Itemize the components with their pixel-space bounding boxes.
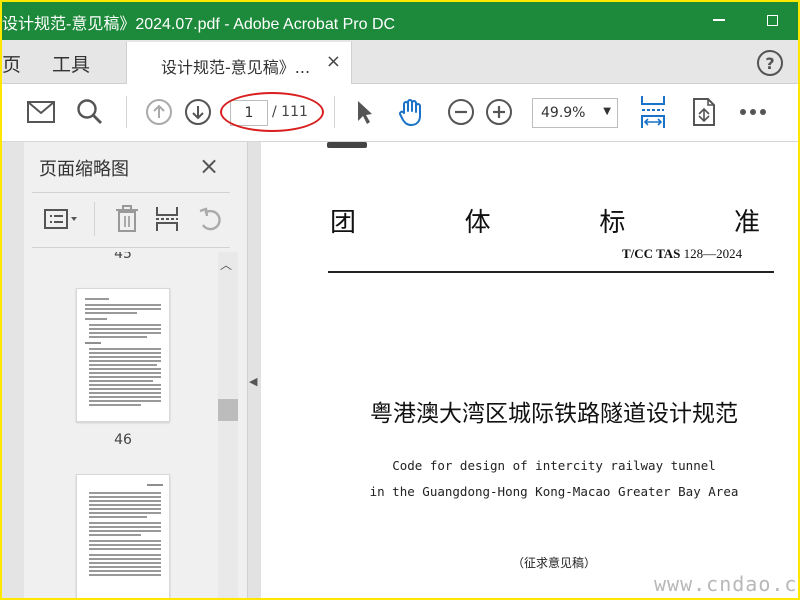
standard-prefix: T/CC TAS xyxy=(622,246,681,261)
standard-code: 128—2024 xyxy=(683,246,743,261)
page-down-icon[interactable] xyxy=(182,96,214,128)
maximize-button[interactable] xyxy=(758,8,786,32)
scrollbar-thumb[interactable] xyxy=(218,399,238,421)
draft-note: （征求意见稿） xyxy=(511,556,596,570)
left-rail xyxy=(2,142,24,598)
search-icon[interactable] xyxy=(74,96,106,128)
document-title-en-line1: Code for design of intercity railway tun… xyxy=(392,458,716,473)
tab-home[interactable]: 页 xyxy=(2,50,21,77)
more-icon[interactable] xyxy=(737,96,769,128)
thumbnail-page-number: 46 xyxy=(114,432,132,448)
document-heading: 团 体 标 准 xyxy=(330,202,760,239)
hand-tool-icon[interactable] xyxy=(395,96,427,128)
panel-divider xyxy=(32,247,230,248)
collapse-left-icon[interactable]: ◀ xyxy=(249,375,257,388)
page-thumbnail[interactable] xyxy=(76,474,170,598)
document-tab-label: 设计规范-意见稿》... xyxy=(161,58,311,77)
panel-divider xyxy=(32,192,230,193)
document-rule xyxy=(328,271,774,273)
panel-collapse-handle[interactable] xyxy=(247,142,261,598)
options-menu-icon[interactable] xyxy=(42,204,82,234)
annotation-ellipse xyxy=(220,92,324,132)
heading-char: 准 xyxy=(733,208,760,238)
tab-bar: 页 工具 设计规范-意见稿》... × ? xyxy=(2,40,798,85)
title-bar: 设计规范-意见稿》2024.07.pdf - Adobe Acrobat Pro… xyxy=(2,2,798,40)
delete-icon[interactable] xyxy=(112,204,142,234)
document-title-cn: 粤港澳大湾区城际铁路隧道设计规范 xyxy=(370,401,738,427)
document-partial-text xyxy=(327,142,367,148)
page-up-icon[interactable] xyxy=(143,96,175,128)
tab-tools[interactable]: 工具 xyxy=(52,50,90,77)
heading-char: 团 xyxy=(330,208,357,238)
chevron-down-icon: ▼ xyxy=(603,106,611,117)
heading-char: 体 xyxy=(464,208,491,238)
minimize-button[interactable] xyxy=(705,8,733,32)
toolbar: 1 / 111 49.9% ▼ xyxy=(2,84,798,142)
thumbnail-list: 45 46 xyxy=(24,252,216,598)
zoom-select[interactable]: 49.9% ▼ xyxy=(532,98,618,128)
panel-title: 页面缩略图 xyxy=(39,159,129,180)
chevron-up-icon[interactable]: ︿ xyxy=(220,256,232,273)
mail-icon[interactable] xyxy=(25,96,57,128)
thumbnail-scrollbar[interactable] xyxy=(218,252,238,598)
toolbar-separator xyxy=(334,96,335,128)
page-thumbnail[interactable] xyxy=(76,288,170,422)
panel-close-button[interactable]: × xyxy=(199,152,219,180)
rotate-page-icon[interactable] xyxy=(688,96,720,128)
panel-separator xyxy=(94,202,95,236)
fit-width-icon[interactable] xyxy=(636,94,670,130)
select-cursor-icon[interactable] xyxy=(348,96,380,128)
heading-char: 标 xyxy=(599,208,626,238)
insert-page-icon[interactable] xyxy=(152,204,182,234)
undo-icon[interactable] xyxy=(196,204,226,234)
close-tab-button[interactable]: × xyxy=(326,51,341,72)
toolbar-separator xyxy=(126,96,127,128)
zoom-out-icon[interactable] xyxy=(445,96,477,128)
zoom-in-icon[interactable] xyxy=(483,96,515,128)
help-icon[interactable]: ? xyxy=(757,50,783,76)
standard-number: T/CC TAS 128—2024 xyxy=(622,246,742,262)
app-window: 设计规范-意见稿》2024.07.pdf - Adobe Acrobat Pro… xyxy=(2,2,798,598)
window-title: 设计规范-意见稿》2024.07.pdf - Adobe Acrobat Pro… xyxy=(2,16,396,33)
watermark: www.cndao.com xyxy=(654,572,798,596)
tab-document[interactable]: 设计规范-意见稿》... × xyxy=(126,42,352,85)
document-title-en-line2: in the Guangdong-Hong Kong-Macao Greater… xyxy=(369,484,739,499)
zoom-value: 49.9% xyxy=(541,105,586,121)
thumbnail-page-number: 45 xyxy=(76,252,170,258)
